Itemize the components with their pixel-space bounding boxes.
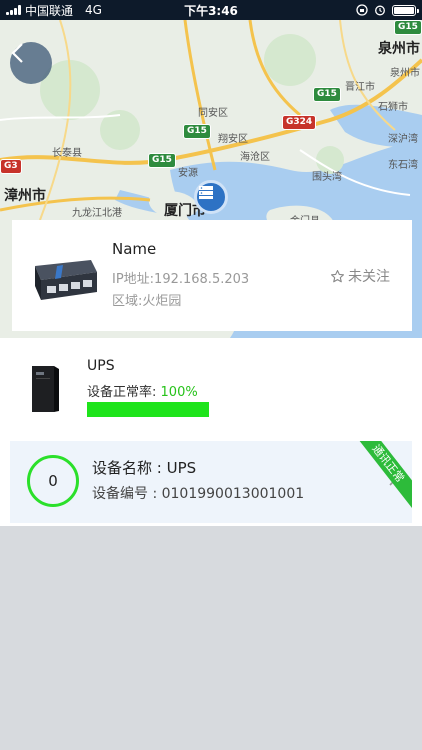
carrier-label: 中国联通	[25, 3, 74, 18]
map-label-shishi: 石狮市	[378, 102, 408, 113]
map-label-weitou: 围头湾	[312, 172, 342, 183]
map-label-xiangan: 翔安区	[218, 134, 248, 145]
ups-rate-value: 100%	[160, 385, 198, 400]
ups-rate-label: 设备正常率:	[87, 385, 157, 400]
road-shield: G15	[183, 124, 211, 139]
map-label-shenhu: 深沪湾	[388, 134, 418, 145]
device-panel: UPS 设备正常率: 100% 0 设备名称 : UPS 设备编号 : 0101…	[0, 338, 422, 526]
status-ribbon: 通讯正常	[350, 441, 412, 509]
map-label-quanzhou: 泉州市	[378, 41, 420, 57]
device-card-code: 设备编号 : 0101990013001001	[92, 486, 305, 502]
device-card-name: 设备名称 : UPS	[92, 459, 197, 477]
back-button[interactable]	[10, 42, 52, 84]
lock-rotation-icon	[356, 4, 368, 16]
road-shield: G15	[394, 20, 422, 35]
ups-rate-bar	[87, 402, 209, 417]
star-icon	[331, 269, 344, 282]
map-label-tongan: 同安区	[198, 108, 228, 119]
follow-button[interactable]: 未关注	[330, 266, 390, 286]
map-label-changtai: 长泰县	[52, 148, 82, 159]
ups-rate: 设备正常率: 100%	[87, 381, 198, 400]
ups-title: UPS	[87, 358, 115, 374]
road-shield: G15	[148, 153, 176, 168]
battery-icon	[392, 4, 419, 16]
map-label-haicang: 海沧区	[240, 152, 270, 163]
status-time: 下午3:46	[184, 3, 238, 18]
map-label-zhangzhou: 漳州市	[4, 188, 46, 204]
map-label-longhai: 九龙江北港	[72, 208, 122, 219]
network-label: 4G	[85, 3, 102, 17]
router-image	[35, 260, 97, 300]
device-info-card[interactable]: Name IP地址:192.168.5.203 区域:火炬园 未关注	[12, 220, 412, 331]
device-name: Name	[112, 240, 157, 258]
count-ring: 0	[27, 455, 79, 507]
road-shield: G15	[313, 87, 341, 102]
ups-rate-bar-fill	[87, 402, 209, 417]
status-left: 中国联通 4G	[6, 2, 156, 19]
device-map-marker[interactable]	[194, 180, 228, 214]
chevron-left-icon	[11, 43, 23, 63]
status-bar: 中国联通 4G 下午3:46	[0, 0, 422, 20]
signal-icon	[6, 5, 21, 15]
server-icon	[199, 186, 213, 199]
follow-label: 未关注	[348, 269, 390, 285]
map-label-yuanyi: 安源	[178, 168, 198, 179]
map-label-jinjiang: 晋江市	[345, 82, 375, 93]
device-area: 区域:火炬园	[112, 294, 182, 309]
map-label-quanzhou-sub: 泉州市	[390, 68, 420, 79]
status-right	[266, 4, 419, 16]
ups-image	[32, 366, 59, 412]
road-shield: G324	[282, 115, 317, 130]
device-ip: IP地址:192.168.5.203	[112, 272, 250, 287]
device-list-item[interactable]: 0 设备名称 : UPS 设备编号 : 0101990013001001 通讯正…	[10, 441, 412, 523]
alarm-icon	[375, 5, 385, 16]
map-label-dongshi: 东石湾	[388, 160, 418, 171]
count-value: 0	[48, 472, 58, 490]
road-shield: G3	[0, 159, 22, 174]
